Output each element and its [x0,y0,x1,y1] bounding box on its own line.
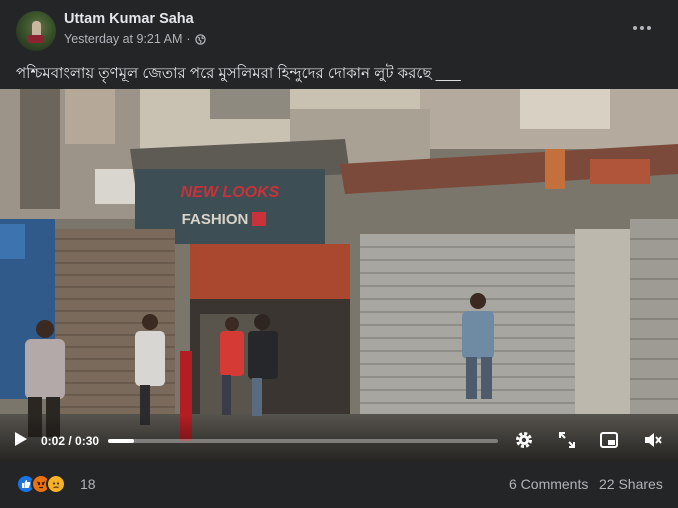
fullscreen-icon[interactable] [557,430,577,450]
globe-icon[interactable] [194,33,206,45]
video-controls: 0:02 / 0:30 [0,420,678,460]
post-footer: 18 6 Comments 22 Shares [0,462,678,508]
svg-text:NEW LOOKS: NEW LOOKS [181,184,280,201]
sad-reaction-icon [46,474,66,494]
volume-muted-icon[interactable] [643,430,663,450]
picture-in-picture-icon[interactable] [599,430,619,450]
more-horizontal-icon [633,26,637,30]
video-player[interactable]: NEW LOOKS FASHION [0,89,678,461]
more-dot [647,26,651,30]
more-options-button[interactable] [630,18,654,38]
avatar-figure-shirt [28,35,44,43]
video-time: 0:02 / 0:30 [41,434,100,448]
shop-sign-text: FASHION [182,211,249,228]
post-caption: পশ্চিমবাংলায় তৃণমূল জেতার পরে মুসলিমরা … [16,65,461,82]
reaction-icons[interactable] [16,474,66,494]
author-name[interactable]: Uttam Kumar Saha [64,11,194,27]
post-meta: Yesterday at 9:21 AM · [64,32,206,46]
meta-separator: · [186,32,191,46]
shares-count-link[interactable]: 22 Shares [599,476,663,492]
reaction-count[interactable]: 18 [80,476,96,492]
progress-bar[interactable] [108,439,498,443]
settings-icon[interactable] [514,430,534,450]
post-header: Uttam Kumar Saha Yesterday at 9:21 AM · [0,0,678,58]
play-icon[interactable] [14,431,28,447]
comments-count-link[interactable]: 6 Comments [509,476,588,492]
video-frame: NEW LOOKS FASHION [0,89,678,461]
more-dot [640,26,644,30]
author-avatar[interactable] [16,11,56,51]
progress-fill [108,439,135,443]
post-timestamp[interactable]: Yesterday at 9:21 AM [64,32,182,46]
